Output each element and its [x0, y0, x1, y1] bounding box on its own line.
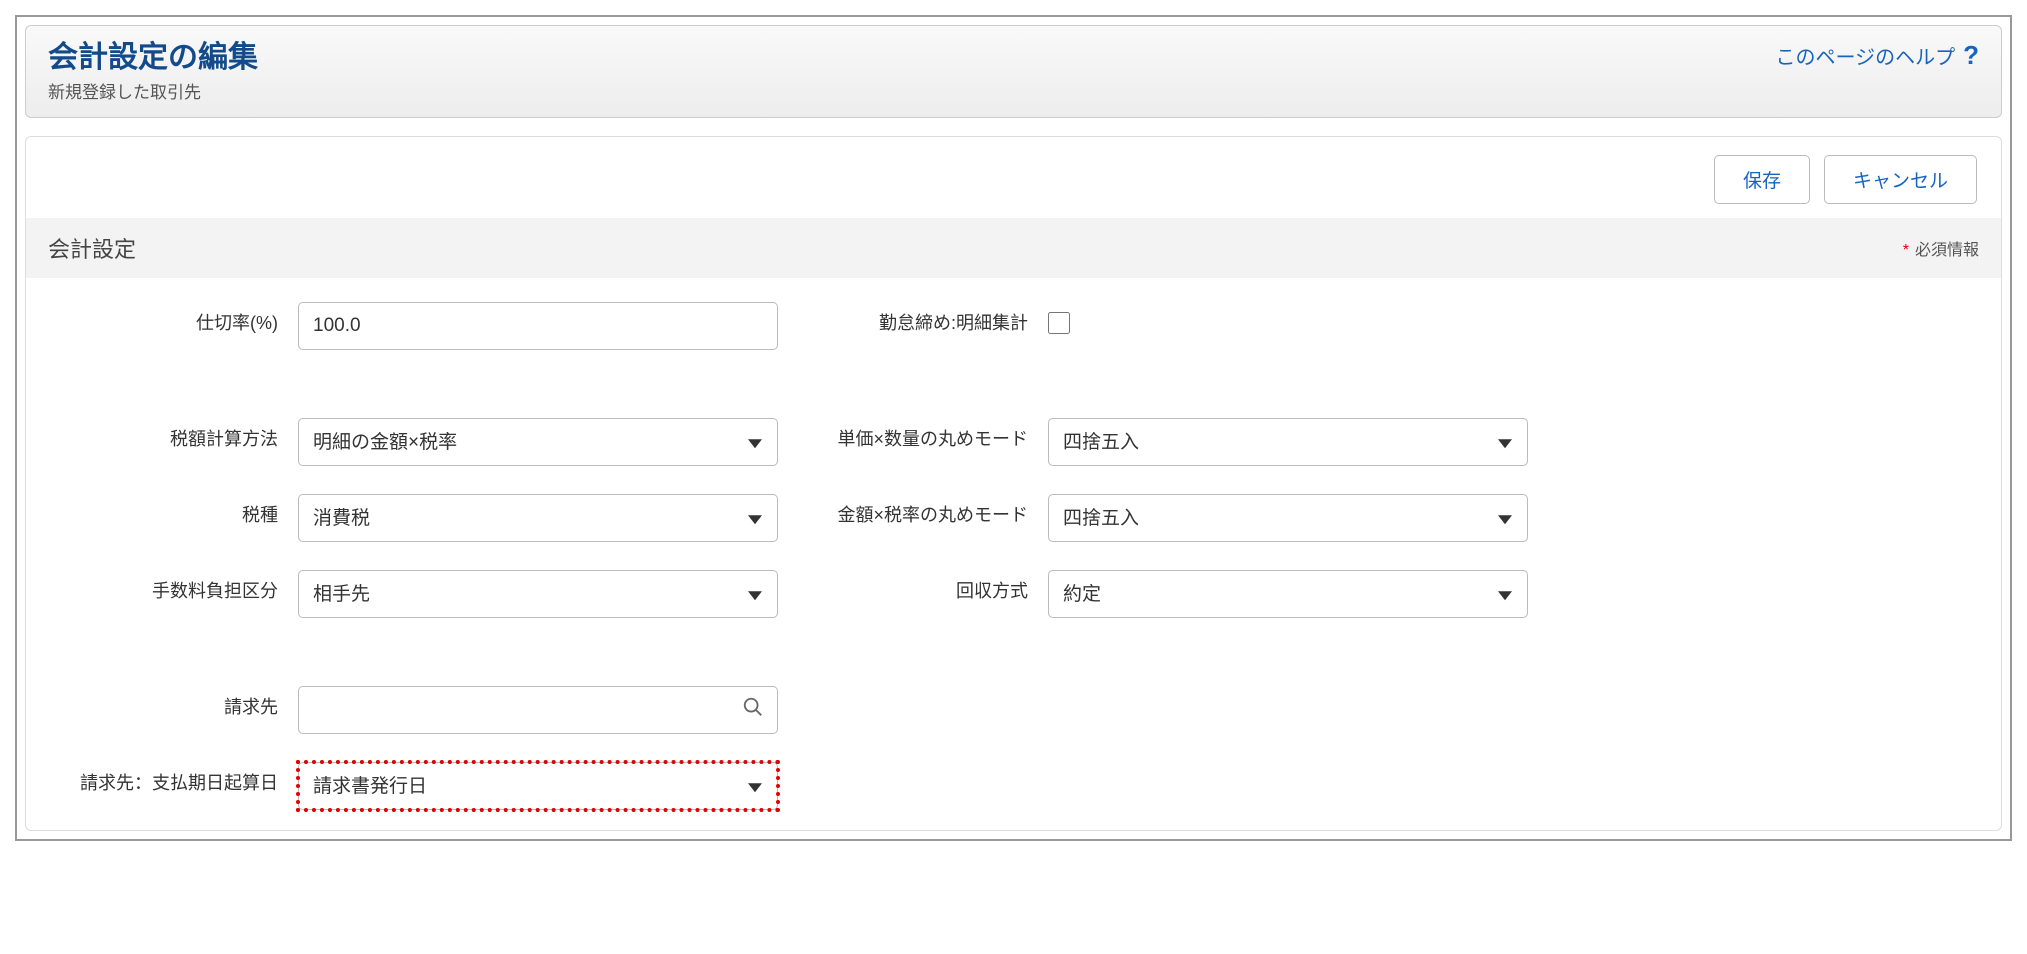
label-billing-dest: 請求先	[48, 686, 278, 719]
cell-billing-dest	[298, 686, 778, 734]
select-billing-due-basis[interactable]: 請求書発行日	[298, 762, 778, 810]
help-link-text: このページのヘルプ	[1776, 41, 1956, 70]
label-fee-burden: 手数料負担区分	[48, 570, 278, 603]
select-unit-qty-round[interactable]: 四捨五入	[1048, 418, 1528, 466]
input-billing-dest[interactable]	[298, 686, 778, 734]
required-note: * 必須情報	[1903, 236, 1979, 260]
window-frame: 会計設定の編集 新規登録した取引先 このページのヘルプ ? 保存 キャンセル 会…	[15, 15, 2012, 841]
form-area: 仕切率(%) 勤怠締め:明細集計 税額計算方法 明細の金額×税率 単価×数	[26, 278, 2001, 810]
label-unit-qty-round: 単価×数量の丸めモード	[798, 418, 1028, 451]
label-amount-rate-round: 金額×税率の丸めモード	[798, 494, 1028, 527]
label-partition-rate: 仕切率(%)	[48, 302, 278, 335]
row-spacer-2	[48, 646, 1528, 658]
label-tax-calc-method: 税額計算方法	[48, 418, 278, 451]
select-collection-method[interactable]: 約定	[1048, 570, 1528, 618]
cell-collection-method: 約定	[1048, 570, 1528, 618]
page-header: 会計設定の編集 新規登録した取引先 このページのヘルプ ?	[25, 25, 2002, 118]
cell-amount-rate-round: 四捨五入	[1048, 494, 1528, 542]
select-tax-type[interactable]: 消費税	[298, 494, 778, 542]
label-billing-due-basis: 請求先：支払期日起算日	[48, 762, 278, 795]
section-header: 会計設定 * 必須情報	[26, 218, 2001, 278]
input-partition-rate[interactable]	[298, 302, 778, 350]
button-row: 保存 キャンセル	[26, 137, 2001, 212]
cell-attendance-summary	[1048, 302, 1528, 339]
page-subtitle: 新規登録した取引先	[48, 78, 258, 103]
select-amount-rate-round[interactable]: 四捨五入	[1048, 494, 1528, 542]
cancel-button[interactable]: キャンセル	[1824, 155, 1977, 204]
header-left: 会計設定の編集 新規登録した取引先	[48, 40, 258, 103]
select-fee-burden[interactable]: 相手先	[298, 570, 778, 618]
cell-billing-due-basis: 請求書発行日	[298, 762, 778, 810]
cell-unit-qty-round: 四捨五入	[1048, 418, 1528, 466]
save-button[interactable]: 保存	[1714, 155, 1810, 204]
section-title: 会計設定	[48, 232, 136, 264]
cell-tax-calc-method: 明細の金額×税率	[298, 418, 778, 466]
help-icon: ?	[1963, 40, 1979, 71]
required-star-icon: *	[1903, 242, 1909, 259]
help-link[interactable]: このページのヘルプ ?	[1776, 40, 1980, 71]
cell-fee-burden: 相手先	[298, 570, 778, 618]
cell-partition-rate	[298, 302, 778, 350]
content-panel: 保存 キャンセル 会計設定 * 必須情報 仕切率(%) 勤怠締め:明細集計	[25, 136, 2002, 831]
page-title: 会計設定の編集	[48, 40, 258, 76]
required-text: 必須情報	[1915, 242, 1979, 259]
checkbox-attendance-summary[interactable]	[1048, 312, 1070, 334]
search-icon[interactable]	[742, 696, 764, 724]
row-spacer	[48, 378, 1528, 390]
label-tax-type: 税種	[48, 494, 278, 527]
cell-tax-type: 消費税	[298, 494, 778, 542]
label-attendance-summary: 勤怠締め:明細集計	[798, 302, 1028, 335]
label-collection-method: 回収方式	[798, 570, 1028, 603]
select-tax-calc-method[interactable]: 明細の金額×税率	[298, 418, 778, 466]
form-grid: 仕切率(%) 勤怠締め:明細集計 税額計算方法 明細の金額×税率 単価×数	[48, 302, 1979, 810]
